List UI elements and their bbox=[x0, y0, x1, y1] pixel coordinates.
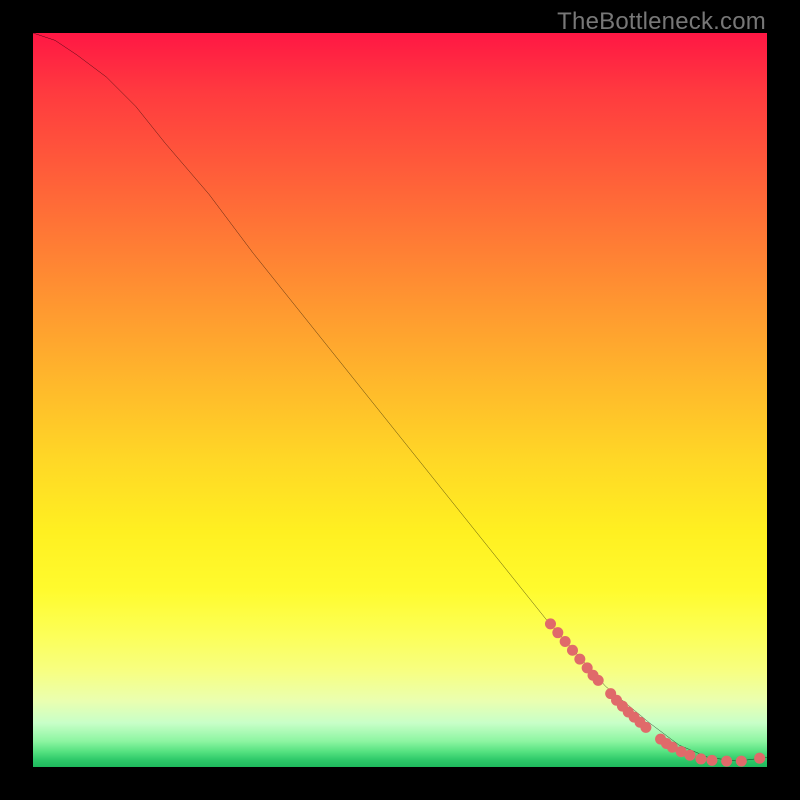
sample-point bbox=[593, 675, 604, 686]
sample-point bbox=[684, 750, 695, 761]
curve-line bbox=[33, 33, 767, 761]
sample-point bbox=[706, 755, 717, 766]
sample-point bbox=[695, 753, 706, 764]
sample-points bbox=[545, 618, 765, 766]
chart-svg bbox=[33, 33, 767, 767]
chart-stage: TheBottleneck.com bbox=[0, 0, 800, 800]
sample-point bbox=[721, 756, 732, 767]
bottleneck-curve bbox=[33, 33, 767, 761]
sample-point bbox=[552, 627, 563, 638]
sample-point bbox=[736, 756, 747, 767]
sample-point bbox=[574, 654, 585, 665]
watermark-text: TheBottleneck.com bbox=[557, 8, 766, 36]
sample-point bbox=[545, 618, 556, 629]
sample-point bbox=[560, 636, 571, 647]
sample-point bbox=[754, 753, 765, 764]
sample-point bbox=[640, 722, 651, 733]
sample-point bbox=[567, 645, 578, 656]
plot-area bbox=[33, 33, 767, 767]
